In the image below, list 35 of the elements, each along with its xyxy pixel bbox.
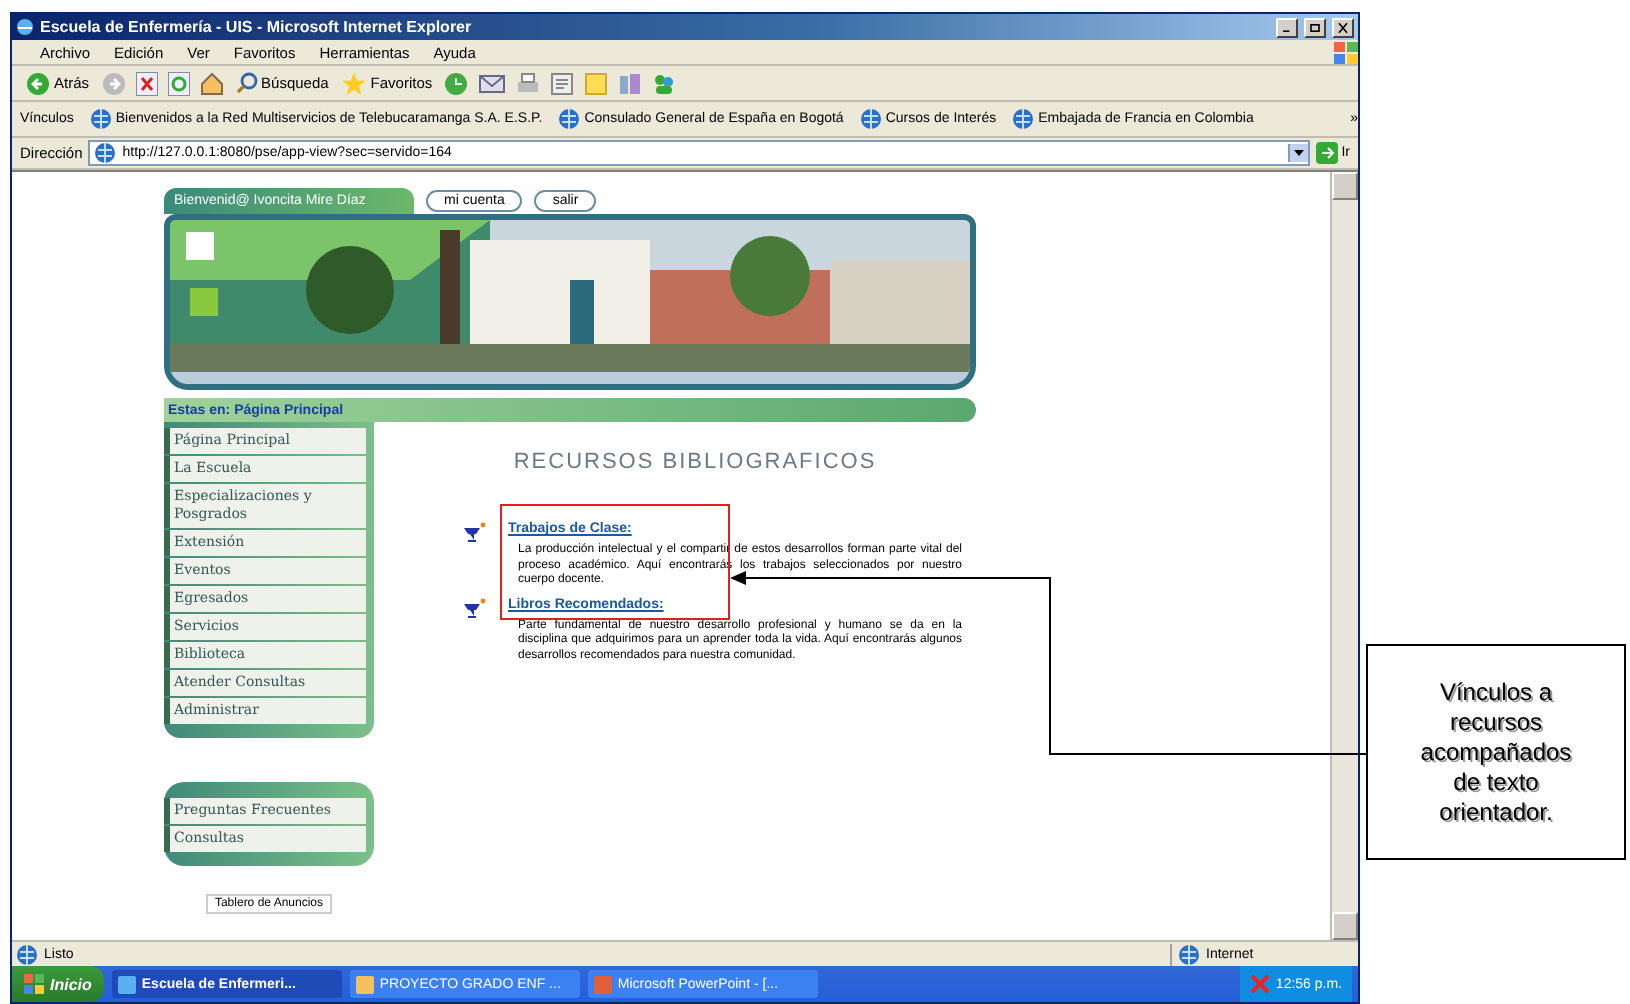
messenger-icon[interactable] (652, 71, 677, 95)
page-icon (859, 108, 882, 130)
scroll-up-button[interactable] (1332, 172, 1358, 200)
windows-logo-icon (1334, 41, 1358, 63)
home-icon[interactable] (199, 71, 224, 95)
restore-icon[interactable] (1304, 17, 1326, 37)
callout-note: Vínculos a recursos acompañados de texto orientador. (1366, 644, 1626, 860)
page-icon (1012, 108, 1035, 130)
dropdown-icon[interactable] (1287, 144, 1308, 162)
window-title: Escuela de Enfermería - UIS - Microsoft Internet Explorer (40, 18, 474, 36)
minimize-icon[interactable] (1276, 17, 1298, 37)
page-icon (16, 943, 38, 965)
star-icon (342, 71, 367, 95)
lamp-icon (462, 597, 486, 619)
mail-icon[interactable] (478, 71, 507, 95)
app-icon (355, 975, 374, 993)
start-button[interactable]: Inicio (12, 966, 104, 1002)
search-icon (235, 72, 258, 94)
app-icon (593, 975, 612, 993)
browser-icon (16, 18, 34, 36)
close-icon[interactable] (1332, 17, 1354, 37)
scroll-down-button[interactable] (1332, 912, 1358, 940)
stop-icon[interactable] (135, 71, 158, 95)
internet-icon (1178, 943, 1200, 965)
edit-icon[interactable] (550, 71, 575, 95)
page-icon (558, 108, 581, 130)
page-icon (89, 108, 112, 130)
back-arrow-icon (26, 71, 50, 95)
lamp-icon (462, 522, 486, 544)
history-icon[interactable] (444, 71, 469, 95)
windows-logo-icon (24, 974, 44, 994)
app-icon (117, 975, 136, 993)
page-heading: RECURSOS BIBLIOGRAFICOS (511, 450, 879, 474)
page-icon (94, 142, 117, 164)
print-icon[interactable] (516, 71, 541, 95)
